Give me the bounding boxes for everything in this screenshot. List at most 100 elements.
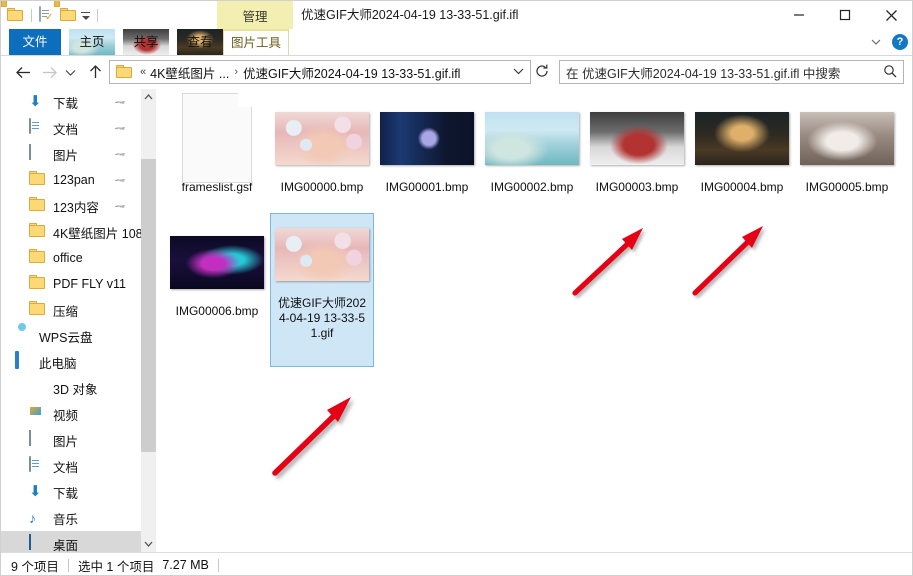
sidebar-item-13[interactable]: 图片 bbox=[1, 427, 141, 453]
sidebar-item-label: 3D 对象 bbox=[53, 382, 98, 397]
file-thumbnail bbox=[690, 97, 794, 179]
tab-home[interactable]: 主页 bbox=[69, 29, 115, 55]
minimize-button[interactable] bbox=[776, 1, 822, 29]
maximize-button[interactable] bbox=[822, 1, 868, 29]
sidebar-item-15[interactable]: ⬇ 下载 bbox=[1, 479, 141, 505]
sidebar-item-label: 此电脑 bbox=[39, 356, 77, 371]
new-folder-icon[interactable] bbox=[54, 1, 77, 24]
scrollbar-thumb[interactable] bbox=[141, 159, 156, 452]
tab-file[interactable]: 文件 bbox=[9, 29, 61, 55]
sidebar-item-label: 文档 bbox=[53, 460, 79, 475]
pin-icon[interactable] bbox=[111, 172, 127, 189]
status-divider-2 bbox=[217, 558, 219, 572]
tab-share[interactable]: 共享 bbox=[123, 29, 169, 55]
status-selection: 选中 1 个项目 bbox=[77, 559, 155, 574]
sidebar-item-1[interactable]: 文档 bbox=[1, 115, 141, 141]
file-item[interactable]: IMG00002.bmp bbox=[480, 97, 584, 196]
sidebar-item-14[interactable]: 文档 bbox=[1, 453, 141, 479]
search-box[interactable]: 在 优速GIF大师2024-04-19 13-33-51.gif.ifl 中搜索 bbox=[559, 60, 904, 84]
address-dropdown-chevron-down-icon[interactable] bbox=[513, 67, 526, 78]
status-divider bbox=[67, 558, 69, 572]
up-button[interactable] bbox=[83, 60, 107, 84]
file-item[interactable]: IMG00006.bmp bbox=[165, 221, 269, 320]
file-name-label: IMG00002.bmp bbox=[490, 180, 574, 194]
file-item[interactable]: IMG00005.bmp bbox=[795, 97, 899, 196]
sidebar-item-7[interactable]: PDF FLY v11 bbox=[1, 271, 141, 297]
music-icon: ♪ bbox=[29, 510, 36, 526]
refresh-button[interactable] bbox=[535, 64, 549, 81]
back-button[interactable] bbox=[11, 60, 35, 84]
chevron-down-icon[interactable] bbox=[870, 36, 882, 48]
cloud-icon bbox=[15, 327, 33, 345]
window-title: 优速GIF大师2024-04-19 13-33-51.gif.ifl bbox=[301, 8, 519, 22]
sidebar-item-6[interactable]: office bbox=[1, 245, 141, 271]
customize-toolbar-chevron-down-icon[interactable] bbox=[81, 7, 90, 24]
file-item[interactable]: IMG00001.bmp bbox=[375, 97, 479, 196]
scroll-down-arrow-icon[interactable] bbox=[141, 535, 156, 552]
help-button[interactable]: ? bbox=[892, 34, 908, 50]
sidebar-item-17[interactable]: 桌面 bbox=[1, 531, 141, 552]
sidebar-item-0[interactable]: ⬇ 下载 bbox=[1, 89, 141, 115]
desktop-icon bbox=[29, 534, 47, 552]
navigation-pane-scrollbar[interactable] bbox=[141, 89, 156, 552]
sidebar-item-12[interactable]: 视频 bbox=[1, 401, 141, 427]
file-thumbnail bbox=[165, 93, 269, 183]
file-name-label: IMG00004.bmp bbox=[700, 180, 784, 194]
search-input[interactable]: 在 优速GIF大师2024-04-19 13-33-51.gif.ifl 中搜索 bbox=[566, 63, 840, 82]
properties-icon[interactable]: ✓ bbox=[39, 5, 56, 24]
download-icon: ⬇ bbox=[29, 483, 42, 500]
breadcrumb-segment-2[interactable]: 优速GIF大师2024-04-19 13-33-51.gif.ifl bbox=[243, 63, 460, 82]
scroll-up-arrow-icon[interactable] bbox=[141, 89, 156, 106]
file-thumbnail bbox=[270, 97, 374, 179]
sidebar-item-2[interactable]: 图片 bbox=[1, 141, 141, 167]
sidebar-item-8[interactable]: 压缩 bbox=[1, 297, 141, 323]
navigation-bar: « 4K壁纸图片 ... › 优速GIF大师2024-04-19 13-33-5… bbox=[1, 56, 912, 88]
pin-icon[interactable] bbox=[111, 146, 127, 163]
sidebar-item-3[interactable]: 123pan bbox=[1, 167, 141, 193]
file-list-pane[interactable]: frameslist.gsf IMG00000.bmp IMG00001.bmp IM… bbox=[157, 89, 912, 552]
file-name-label: IMG00006.bmp bbox=[175, 304, 259, 318]
status-size: 7.27 MB bbox=[162, 558, 209, 572]
file-item[interactable]: IMG00000.bmp bbox=[270, 97, 374, 196]
file-thumbnail bbox=[480, 97, 584, 179]
file-name-label: IMG00005.bmp bbox=[805, 180, 889, 194]
file-thumbnail bbox=[585, 97, 689, 179]
breadcrumb-overflow[interactable]: « bbox=[140, 66, 146, 78]
blank-document-icon bbox=[182, 93, 252, 183]
sidebar-item-5[interactable]: 4K壁纸图片 108 bbox=[1, 219, 141, 245]
sidebar-item-16[interactable]: ♪ 音乐 bbox=[1, 505, 141, 531]
sidebar-item-11[interactable]: 3D 对象 bbox=[1, 375, 141, 401]
recent-locations-chevron-down-icon[interactable] bbox=[61, 60, 79, 84]
sidebar-item-9[interactable]: WPS云盘 bbox=[1, 323, 141, 349]
close-button[interactable] bbox=[868, 1, 912, 29]
pin-icon[interactable] bbox=[111, 198, 127, 215]
tab-view[interactable]: 查看 bbox=[177, 29, 223, 55]
context-tab-group-label: 管理 bbox=[242, 9, 268, 24]
file-name-label: IMG00003.bmp bbox=[595, 180, 679, 194]
folder-icon[interactable] bbox=[1, 1, 24, 24]
breadcrumb-segment-1[interactable]: 4K壁纸图片 ... bbox=[150, 63, 229, 82]
file-item[interactable]: frameslist.gsf bbox=[165, 93, 269, 196]
image-thumbnail bbox=[170, 235, 264, 289]
pin-icon[interactable] bbox=[111, 94, 127, 111]
forward-button[interactable] bbox=[37, 60, 61, 84]
pin-icon[interactable] bbox=[111, 120, 127, 137]
search-icon[interactable] bbox=[883, 64, 897, 81]
sidebar-item-10[interactable]: 此电脑 bbox=[1, 349, 141, 375]
sidebar-item-label: 下载 bbox=[53, 96, 79, 111]
tab-picture-tools[interactable]: 图片工具 bbox=[223, 29, 289, 55]
folder-icon bbox=[29, 249, 47, 267]
sidebar-item-4[interactable]: 123内容 bbox=[1, 193, 141, 219]
sidebar-item-label: 压缩 bbox=[53, 304, 79, 319]
file-item[interactable]: IMG00003.bmp bbox=[585, 97, 689, 196]
image-thumbnail bbox=[380, 111, 474, 165]
file-item-inner: IMG00001.bmp bbox=[375, 97, 479, 196]
file-thumbnail bbox=[795, 97, 899, 179]
folder-icon bbox=[29, 197, 47, 215]
address-bar[interactable]: « 4K壁纸图片 ... › 优速GIF大师2024-04-19 13-33-5… bbox=[109, 60, 531, 84]
status-bar: 9 个项目 选中 1 个项目 7.27 MB bbox=[1, 552, 912, 575]
file-thumbnail bbox=[165, 221, 269, 303]
file-item[interactable]: IMG00004.bmp bbox=[690, 97, 794, 196]
file-item[interactable]: 优速GIF大师2024-04-19 13-33-51.gif bbox=[270, 213, 374, 367]
file-item-inner: IMG00002.bmp bbox=[480, 97, 584, 196]
